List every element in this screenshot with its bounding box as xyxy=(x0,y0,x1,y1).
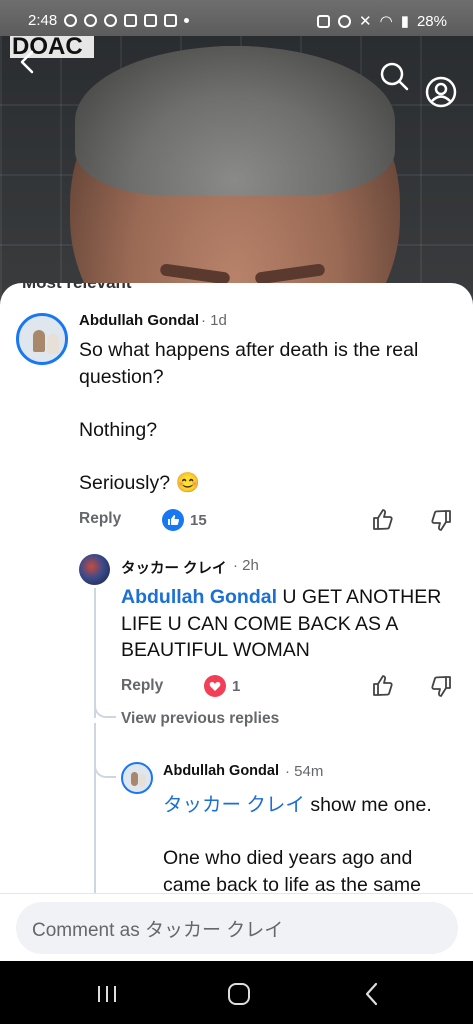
comment-composer-bar: Comment as タッカー クレイ xyxy=(0,893,473,961)
mute-icon: ✕ xyxy=(359,13,372,30)
reply-button[interactable]: Reply xyxy=(121,677,163,695)
reply-author[interactable]: Abdullah Gondal xyxy=(163,763,279,779)
tiktok-icon xyxy=(124,14,138,27)
comment-author[interactable]: Abdullah Gondal xyxy=(79,312,199,329)
nfc-icon xyxy=(317,14,331,28)
reply-time: · 54m xyxy=(285,763,324,780)
upvote-icon[interactable] xyxy=(371,508,395,532)
comment-time: · 1d xyxy=(201,312,227,329)
reply-author[interactable]: タッカー クレイ xyxy=(121,557,227,578)
status-left: 2:48 xyxy=(28,12,190,29)
reply-text: Abdullah Gondal U GET ANOTHER LIFE U CAN… xyxy=(121,584,451,664)
recent-apps-icon[interactable] xyxy=(94,981,120,1007)
back-nav-icon[interactable] xyxy=(359,981,385,1007)
like-count: 15 xyxy=(190,511,207,529)
avatar-figure xyxy=(139,774,146,787)
reply-button[interactable]: Reply xyxy=(79,510,121,528)
reply-text: タッカー クレイ show me one. One who died years… xyxy=(163,792,455,898)
mention-link[interactable]: タッカー クレイ xyxy=(163,794,305,816)
more-notifications-icon xyxy=(184,18,190,23)
home-icon[interactable] xyxy=(226,981,252,1007)
avatar-figure xyxy=(47,334,59,354)
video-player[interactable]: DOAC xyxy=(0,36,473,306)
reply-time: · 2h xyxy=(233,557,259,574)
sort-dropdown[interactable]: Most relevant xyxy=(22,283,132,293)
battery-text: 28% xyxy=(416,12,447,30)
comment-input[interactable]: Comment as タッカー クレイ xyxy=(16,902,458,954)
tiktok-icon-2 xyxy=(164,14,178,27)
avatar-figure xyxy=(131,772,138,786)
downvote-icon[interactable] xyxy=(429,674,453,698)
instagram-icon-2 xyxy=(144,14,158,27)
downvote-icon[interactable] xyxy=(429,508,453,532)
love-count: 1 xyxy=(232,677,241,695)
avatar[interactable] xyxy=(121,762,153,794)
avatar[interactable] xyxy=(79,554,110,585)
comments-sheet: Most relevant Abdullah Gondal · 1d So wh… xyxy=(0,283,473,961)
reaction-summary[interactable]: 1 xyxy=(204,675,240,697)
instagram-icon xyxy=(64,14,78,27)
mention-link[interactable]: Abdullah Gondal xyxy=(121,586,277,608)
alarm-icon xyxy=(338,14,352,28)
status-time: 2:48 xyxy=(28,12,58,29)
messenger-icon-2 xyxy=(104,14,118,27)
wifi-icon: ◠ xyxy=(379,13,393,30)
thread-line xyxy=(94,588,96,718)
signal-icon: ▮ xyxy=(400,13,409,30)
profile-icon[interactable] xyxy=(425,76,457,108)
avatar[interactable] xyxy=(16,313,68,365)
like-reaction-icon xyxy=(162,509,184,531)
status-bar: 2:48 ✕ ◠ ▮ 28% xyxy=(0,0,473,40)
thread-connector xyxy=(94,704,116,718)
system-nav-bar xyxy=(0,961,473,1024)
messenger-icon xyxy=(84,14,98,27)
thread-connector xyxy=(94,764,116,778)
love-reaction-icon xyxy=(204,675,226,697)
back-icon[interactable] xyxy=(14,48,42,76)
status-right: ✕ ◠ ▮ 28% xyxy=(317,12,447,30)
avatar-figure xyxy=(33,330,45,352)
search-icon[interactable] xyxy=(378,60,410,92)
comment-text: So what happens after death is the real … xyxy=(79,339,419,494)
upvote-icon[interactable] xyxy=(371,674,395,698)
video-person-hair xyxy=(75,46,395,196)
reaction-summary[interactable]: 15 xyxy=(162,509,207,531)
view-previous-replies-link[interactable]: View previous replies xyxy=(121,710,279,728)
